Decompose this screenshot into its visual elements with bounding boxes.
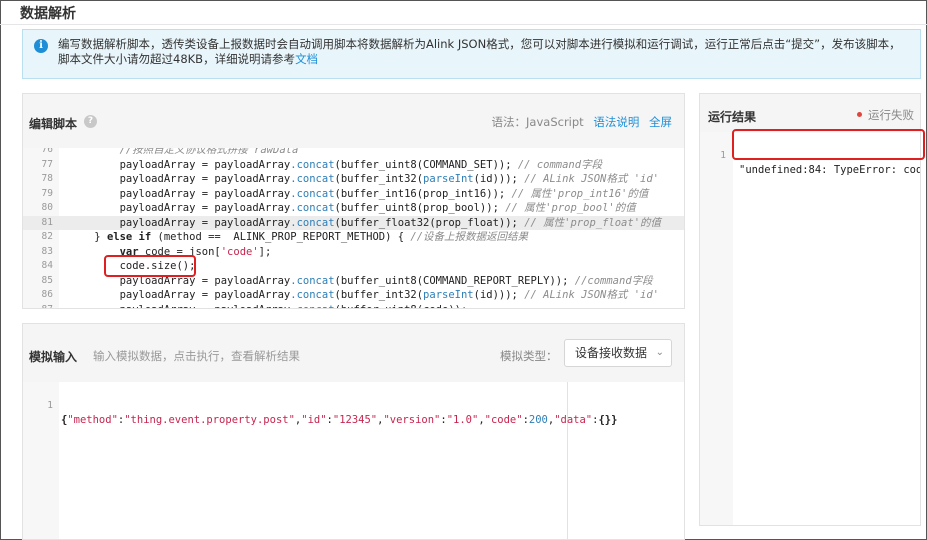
code-line: 78 payloadArray = payloadArray.concat(bu… — [23, 172, 684, 187]
simulate-type-label: 模拟类型： — [500, 349, 558, 363]
code-line: 82 } else if (method == ALINK_PROP_REPOR… — [23, 230, 684, 245]
code-line: 86 payloadArray = payloadArray.concat(bu… — [23, 288, 684, 303]
line-number: 80 — [41, 202, 53, 213]
line-number: 76 — [41, 148, 53, 155]
code-line: 1 {"method":"thing.event.property.post",… — [23, 384, 684, 427]
code-text: var code = json['code']; — [119, 245, 272, 258]
code-text: payloadArray = payloadArray.concat(buffe… — [69, 274, 653, 287]
line-number: 81 — [41, 216, 53, 228]
page-title: 数据解析 — [20, 6, 76, 22]
simulate-title: 模拟输入 — [29, 350, 78, 364]
simulate-type-select[interactable]: 设备接收数据 ⌄ — [564, 339, 672, 367]
line-number: 85 — [41, 274, 53, 286]
line-number: 77 — [41, 158, 53, 170]
line-number: 84 — [41, 260, 53, 271]
code-line: 80 payloadArray = payloadArray.concat(bu… — [23, 201, 684, 216]
code-text: payloadArray = payloadArray.concat(buffe… — [69, 289, 659, 301]
code-line: 85 payloadArray = payloadArray.concat(bu… — [23, 274, 684, 289]
code-line: 81 payloadArray = payloadArray.concat(bu… — [23, 215, 684, 230]
code-text: payloadArray = payloadArray.concat(buffe… — [69, 158, 603, 171]
notice-text: 编写数据解析脚本，透传类设备上报数据时会自动调用脚本将数据解析为Alink JS… — [58, 37, 901, 66]
syntax-label: 语法：JavaScript — [491, 115, 584, 129]
code-text: code.size(); — [69, 260, 196, 272]
docs-link[interactable]: 文档 — [295, 52, 318, 66]
code-line: 83 var code = json['code']; — [23, 245, 684, 260]
simulate-input-text: {"method":"thing.event.property.post","i… — [61, 414, 618, 426]
editor-header: 编辑脚本 ? 语法：JavaScript 语法说明 全屏 — [23, 94, 684, 146]
status-dot-icon — [857, 112, 862, 117]
script-code-editor[interactable]: 76 //按照自定义协议格式拼接 rawData 77 payloadArray … — [23, 148, 684, 308]
simulate-input-panel: 模拟输入 输入模拟数据，点击执行，查看解析结果 模拟类型： 设备接收数据 ⌄ 1… — [22, 323, 685, 540]
line-number: 87 — [23, 303, 53, 309]
line-number: 78 — [41, 173, 53, 184]
result-output: 1 "undefined:84: TypeError: cod — [700, 132, 920, 525]
code-line: 1 "undefined:84: TypeError: cod — [700, 134, 920, 177]
line-number: 86 — [41, 289, 53, 300]
line-number: 1 — [720, 149, 726, 161]
line-number: 1 — [47, 399, 53, 411]
code-line: 76 //按照自定义协议格式拼接 rawData — [23, 148, 684, 158]
code-line: 84 code.size(); — [23, 259, 684, 274]
syntax-bar: 语法：JavaScript 语法说明 全屏 — [492, 114, 672, 130]
result-title: 运行结果 — [708, 110, 757, 124]
code-line: 87 payloadArray = payloadArray.concat(bu… — [23, 303, 684, 309]
simulate-hint: 输入模拟数据，点击执行，查看解析结果 — [93, 349, 300, 363]
code-text: payloadArray = payloadArray.concat(buffe… — [69, 303, 468, 309]
code-text: //按照自定义协议格式拼接 rawData — [119, 148, 299, 156]
line-number: 79 — [41, 187, 53, 199]
run-status-text: 运行失败 — [868, 108, 914, 122]
line-number: 83 — [41, 245, 53, 257]
code-text: payloadArray = payloadArray.concat(buffe… — [69, 216, 662, 229]
info-notice: i 编写数据解析脚本，透传类设备上报数据时会自动调用脚本将数据解析为Alink … — [22, 29, 921, 79]
code-line: 77 payloadArray = payloadArray.concat(bu… — [23, 158, 684, 173]
code-text: payloadArray = payloadArray.concat(buffe… — [69, 187, 649, 200]
editor-title: 编辑脚本 — [29, 117, 78, 131]
chevron-down-icon: ⌄ — [655, 347, 664, 358]
code-line: 79 payloadArray = payloadArray.concat(bu… — [23, 187, 684, 202]
code-text: } else if (method == ALINK_PROP_REPORT_M… — [69, 231, 529, 243]
error-text: "undefined:84: TypeError: cod — [739, 164, 920, 176]
fullscreen-link[interactable]: 全屏 — [649, 115, 672, 129]
simulate-input-editor[interactable]: 1 {"method":"thing.event.property.post",… — [23, 382, 684, 539]
run-result-panel: 运行结果 运行失败 1 "undefined:84: TypeError: co… — [699, 93, 921, 526]
divider — [0, 24, 927, 25]
simulate-type-value: 设备接收数据 — [575, 346, 648, 360]
run-status: 运行失败 — [857, 107, 914, 123]
code-text: payloadArray = payloadArray.concat(buffe… — [69, 173, 659, 185]
code-text: payloadArray = payloadArray.concat(buffe… — [69, 202, 636, 214]
syntax-help-link[interactable]: 语法说明 — [593, 115, 639, 129]
info-icon: i — [34, 39, 48, 53]
script-editor-panel: 编辑脚本 ? 语法：JavaScript 语法说明 全屏 76 //按照自定义协… — [22, 93, 685, 309]
line-number: 82 — [41, 231, 53, 242]
print-margin — [567, 382, 568, 539]
help-icon[interactable]: ? — [84, 115, 97, 128]
